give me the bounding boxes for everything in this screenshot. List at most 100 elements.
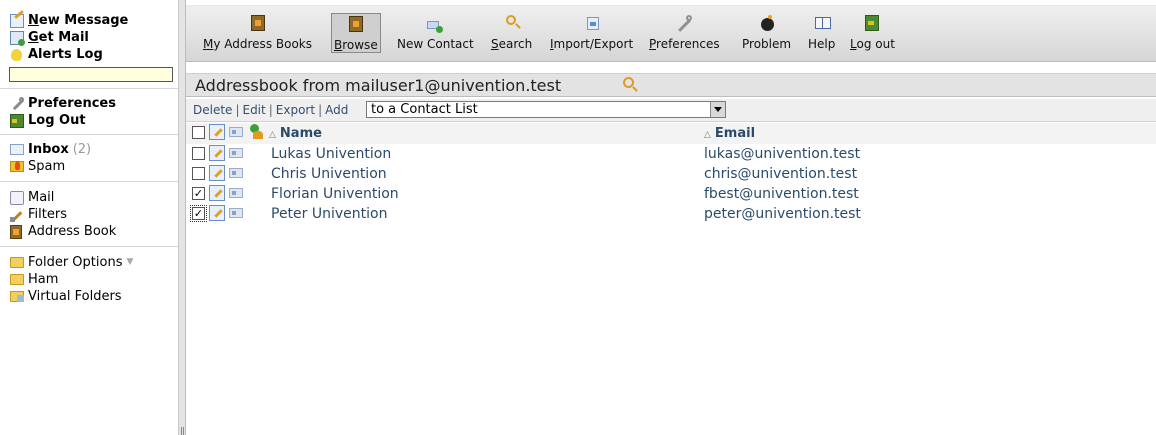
filter-icon [10, 208, 24, 222]
help-button[interactable]: Help [808, 15, 835, 58]
delete-link[interactable]: Delete [193, 103, 232, 117]
new-message-link[interactable]: New Message [10, 12, 178, 29]
separator: | [268, 103, 273, 117]
row-checkbox[interactable] [192, 167, 205, 180]
new-message-label: New Message [28, 13, 129, 28]
contact-name[interactable]: Peter Univention [271, 206, 387, 222]
table-row[interactable]: ✓ Peter Univention peter@univention.test [186, 204, 1156, 224]
log-out-link[interactable]: Log Out [10, 112, 178, 129]
sidebar-folders: Inbox (2) Spam [0, 135, 178, 182]
folder-options-link[interactable]: Folder Options ▼ [10, 254, 178, 271]
quick-search-input[interactable] [9, 67, 173, 82]
edit-icon[interactable] [209, 145, 225, 161]
sidebar: New Message Get Mail Alerts Log Preferen… [0, 0, 178, 435]
table-row[interactable]: Lukas Univention lukas@univention.test [186, 144, 1156, 164]
alerts-log-link[interactable]: Alerts Log [10, 46, 178, 63]
folder-inbox[interactable]: Inbox (2) [10, 141, 178, 158]
folder-spam[interactable]: Spam [10, 158, 178, 175]
sidebar-tools: Mail Filters Address Book [0, 182, 178, 247]
separator: | [235, 103, 240, 117]
contacts-table: △ Name △ Email Lukas Univention lukas@univ… [186, 123, 1156, 224]
contact-card-icon[interactable] [229, 188, 243, 198]
get-mail-label: Get Mail [28, 30, 89, 45]
address-book-link[interactable]: Address Book [10, 223, 178, 240]
new-contact-button[interactable]: New Contact [397, 15, 474, 58]
row-checkbox[interactable]: ✓ [192, 187, 205, 200]
contact-card-icon[interactable] [229, 168, 243, 178]
spam-folder-icon [10, 161, 24, 172]
problem-button[interactable]: Problem [742, 15, 791, 58]
sort-arrow-icon: △ [704, 130, 711, 140]
contact-name[interactable]: Lukas Univention [271, 146, 391, 162]
browse-button[interactable]: Browse [331, 13, 381, 53]
address-books-icon [250, 15, 265, 31]
contact-card-icon[interactable] [229, 208, 243, 218]
table-row[interactable]: ✓ Florian Univention fbest@univention.te… [186, 184, 1156, 204]
contact-email[interactable]: fbest@univention.test [704, 186, 859, 202]
compose-icon [10, 13, 24, 28]
my-address-books-button[interactable]: My Address Books [203, 15, 312, 58]
edit-icon[interactable] [209, 185, 225, 201]
folder-icon [10, 257, 24, 268]
my-address-books-label: My Address Books [203, 37, 312, 51]
contact-email[interactable]: chris@univention.test [704, 166, 857, 182]
row-checkbox[interactable] [192, 147, 205, 160]
contact-name[interactable]: Florian Univention [271, 186, 399, 202]
folder-ham-label: Ham [28, 272, 59, 287]
contact-card-icon[interactable] [229, 148, 243, 158]
mail-label: Mail [28, 190, 55, 205]
preferences-link[interactable]: Preferences [10, 95, 178, 112]
folder-inbox-label: Inbox [28, 142, 69, 157]
log-out-label: Log Out [28, 113, 86, 128]
contact-email[interactable]: lukas@univention.test [704, 146, 860, 162]
row-checkbox[interactable]: ✓ [190, 205, 207, 222]
export-link[interactable]: Export [276, 103, 315, 117]
folder-icon [10, 274, 24, 285]
column-header-email[interactable]: △ Email [704, 126, 755, 141]
contact-actions: Delete | Edit | Export | Add [193, 103, 348, 117]
contact-email[interactable]: peter@univention.test [704, 206, 861, 222]
address-book-label: Address Book [28, 224, 117, 239]
get-mail-link[interactable]: Get Mail [10, 29, 178, 46]
mail-link[interactable]: Mail [10, 189, 178, 206]
import-export-button[interactable]: Import/Export [550, 15, 633, 58]
splitter-grip[interactable] [181, 427, 184, 435]
table-row[interactable]: Chris Univention chris@univention.test [186, 164, 1156, 184]
search-button[interactable]: Search [491, 15, 532, 58]
edit-link[interactable]: Edit [242, 103, 265, 117]
search-label: Search [491, 37, 533, 51]
edit-icon[interactable] [209, 165, 225, 181]
table-header: △ Name △ Email [186, 123, 1156, 144]
add-link[interactable]: Add [325, 103, 348, 117]
sort-arrow-icon: △ [269, 130, 276, 140]
magnifier-icon[interactable] [623, 77, 639, 93]
sidebar-splitter[interactable] [178, 0, 186, 435]
contact-name[interactable]: Chris Univention [271, 166, 387, 182]
page-title: Addressbook from mailuser1@univention.te… [195, 76, 562, 95]
search-icon [505, 15, 519, 31]
chevron-down-icon[interactable]: ▼ [126, 254, 133, 271]
folder-ham[interactable]: Ham [10, 271, 178, 288]
sidebar-more-folders: Folder Options ▼ Ham Virtual Folders [0, 247, 178, 309]
sidebar-account: Preferences Log Out [0, 89, 178, 135]
sidebar-main-actions: New Message Get Mail Alerts Log [0, 0, 178, 89]
virtual-folder-icon [10, 291, 24, 302]
select-all-checkbox[interactable] [192, 126, 205, 139]
contact-card-icon [229, 127, 243, 137]
preferences-button[interactable]: Preferences [649, 15, 720, 58]
folder-options-label: Folder Options [28, 255, 123, 270]
wrench-icon [677, 15, 693, 31]
addressbook-title-bar: Addressbook from mailuser1@univention.te… [186, 73, 1156, 97]
main-panel: My Address Books Browse New Contact Sear… [186, 0, 1156, 435]
virtual-folders-link[interactable]: Virtual Folders [10, 288, 178, 305]
column-header-name[interactable]: △ Name [269, 126, 322, 141]
book-open-icon [814, 15, 831, 31]
address-book-icon [348, 16, 363, 32]
chevron-down-icon[interactable] [710, 102, 725, 117]
inbox-unread-count: (2) [72, 142, 92, 157]
contact-list-select[interactable]: to a Contact List [366, 101, 726, 118]
edit-icon[interactable] [209, 205, 225, 221]
filters-link[interactable]: Filters [10, 206, 178, 223]
log-out-button[interactable]: Log out [850, 15, 895, 58]
import-export-label: Import/Export [550, 37, 634, 51]
